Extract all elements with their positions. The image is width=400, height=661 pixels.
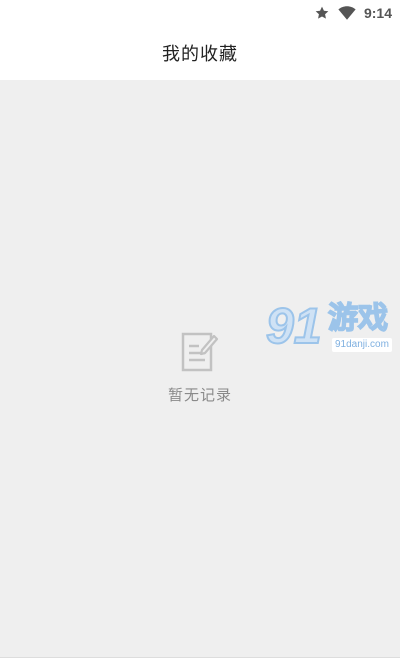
status-bar: 9:14: [0, 0, 400, 26]
empty-state-text: 暂无记录: [167, 386, 232, 404]
wifi-icon: [338, 6, 356, 20]
favorites-content: 暂无记录: [0, 80, 400, 657]
app-header: 我的收藏: [0, 26, 400, 80]
status-time: 9:14: [363, 5, 392, 21]
watermark-logo: 91 游戏 91danji.com: [265, 298, 400, 358]
favorites-screen: 9:14 我的收藏 暂无记录 91 游戏 91danji.com: [0, 0, 400, 661]
star-icon: [315, 6, 329, 19]
status-bar-right: 9:14: [314, 3, 392, 23]
page-title: 我的收藏: [162, 44, 238, 65]
note-edit-icon: [181, 332, 219, 372]
watermark-chars: 游戏: [327, 301, 389, 337]
bottom-edge: [0, 657, 400, 661]
watermark-digits: 91: [265, 298, 323, 354]
watermark-url: 91danji.com: [332, 338, 392, 352]
